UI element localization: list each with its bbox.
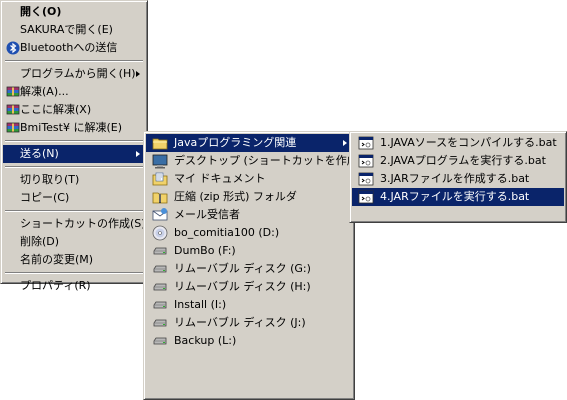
bat-file-icon: [358, 135, 374, 151]
context-menu-item-label: プロパティ(R): [20, 279, 91, 292]
context-menu-item-label: 切り取り(T): [20, 173, 80, 186]
context-menu: 開く(O) SAKURAで開く(E) Bluetoothへの送信プログラムから開く(…: [0, 0, 148, 292]
java-item-1[interactable]: 2.JAVAプログラムを実行する.bat: [352, 152, 564, 170]
archive-icon: [6, 85, 20, 99]
context-menu-item-11[interactable]: 切り取り(T): [3, 171, 145, 189]
sendto-item-3[interactable]: 圧縮 (zip 形式) フォルダ: [146, 188, 352, 206]
mail-recipient-icon: [152, 207, 168, 223]
sendto-item-4[interactable]: メール受信者: [146, 206, 352, 224]
sendto-item-11[interactable]: Backup (L:): [146, 332, 352, 350]
java-item-label: 3.JARファイルを作成する.bat: [380, 172, 530, 185]
bat-file-icon: [358, 189, 374, 205]
context-menu-item-18[interactable]: プロパティ(R): [3, 277, 145, 295]
context-menu-item-9[interactable]: 送る(N): [3, 145, 145, 163]
menu-separator: [5, 140, 143, 142]
java-item-label: 2.JAVAプログラムを実行する.bat: [380, 154, 546, 167]
sendto-item-0[interactable]: Javaプログラミング関連: [146, 134, 352, 152]
folder-icon: [152, 135, 168, 151]
context-menu-item-label: 開く(O): [20, 5, 62, 18]
sendto-item-label: Javaプログラミング関連: [174, 136, 297, 149]
context-menu-item-label: BmiTest¥ に解凍(E): [20, 121, 123, 134]
archive-icon: [6, 121, 20, 135]
sendto-item-label: リムーバブル ディスク (H:): [174, 280, 311, 293]
context-menu-item-15[interactable]: 削除(D): [3, 233, 145, 251]
context-menu-item-14[interactable]: ショートカットの作成(S): [3, 215, 146, 233]
sendto-item-2[interactable]: マイ ドキュメント: [146, 170, 352, 188]
drive-icon: [152, 315, 168, 331]
submenu-arrow-icon: [136, 151, 140, 157]
menu-separator: [5, 210, 143, 212]
sendto-item-label: Install (I:): [174, 298, 227, 311]
sendto-item-label: DumBo (F:): [174, 244, 236, 257]
sendto-item-8[interactable]: リムーバブル ディスク (H:): [146, 278, 352, 296]
context-menu-item-2[interactable]: Bluetoothへの送信: [3, 39, 145, 57]
drive-icon: [152, 297, 168, 313]
sendto-item-7[interactable]: リムーバブル ディスク (G:): [146, 260, 352, 278]
context-menu-item-label: 送る(N): [20, 147, 59, 160]
submenu-arrow-icon: [136, 71, 140, 77]
sendto-item-label: マイ ドキュメント: [174, 172, 266, 185]
java-item-label: 1.JAVAソースをコンパイルする.bat: [380, 136, 557, 149]
sendto-item-label: メール受信者: [174, 208, 240, 221]
context-menu-item-label: 名前の変更(M): [20, 253, 94, 266]
desktop-icon: [152, 153, 168, 169]
bluetooth-icon: [6, 41, 20, 55]
sendto-item-1[interactable]: デスクトップ (ショートカットを作成): [146, 152, 362, 170]
menu-separator: [5, 272, 143, 274]
context-menu-item-5[interactable]: 解凍(A)...: [3, 83, 145, 101]
context-menu-item-label: コピー(C): [20, 191, 70, 204]
archive-icon: [6, 103, 20, 117]
bat-file-icon: [358, 153, 374, 169]
context-menu-item-label: ここに解凍(X): [20, 103, 92, 116]
java-item-2[interactable]: 3.JARファイルを作成する.bat: [352, 170, 564, 188]
context-menu-item-6[interactable]: ここに解凍(X): [3, 101, 145, 119]
context-menu-item-4[interactable]: プログラムから開く(H): [3, 65, 145, 83]
drive-icon: [152, 243, 168, 259]
sendto-item-label: リムーバブル ディスク (J:): [174, 316, 306, 329]
context-menu-item-0[interactable]: 開く(O): [3, 3, 145, 21]
context-menu-item-1[interactable]: SAKURAで開く(E): [3, 21, 145, 39]
submenu-arrow-icon: [343, 140, 347, 146]
sendto-item-5[interactable]: bo_comitia100 (D:): [146, 224, 352, 242]
java-item-label: 4.JARファイルを実行する.bat: [380, 190, 530, 203]
java-item-3[interactable]: 4.JARファイルを実行する.bat: [352, 188, 564, 206]
context-menu-item-label: SAKURAで開く(E): [20, 23, 113, 36]
menu-separator: [5, 60, 143, 62]
sendto-item-label: bo_comitia100 (D:): [174, 226, 280, 239]
bat-file-icon: [358, 171, 374, 187]
cd-drive-icon: [152, 225, 168, 241]
context-menu-item-label: 解凍(A)...: [20, 85, 69, 98]
context-menu-item-12[interactable]: コピー(C): [3, 189, 145, 207]
zip-folder-icon: [152, 189, 168, 205]
context-menu-item-7[interactable]: BmiTest¥ に解凍(E): [3, 119, 145, 137]
sendto-item-label: 圧縮 (zip 形式) フォルダ: [174, 190, 297, 203]
menu-separator: [5, 166, 143, 168]
context-menu-item-label: プログラムから開く(H): [20, 67, 136, 80]
drive-icon: [152, 261, 168, 277]
drive-icon: [152, 333, 168, 349]
sendto-item-label: デスクトップ (ショートカットを作成): [174, 154, 363, 167]
sendto-item-10[interactable]: リムーバブル ディスク (J:): [146, 314, 352, 332]
context-menu-item-label: 削除(D): [20, 235, 60, 248]
sendto-item-label: リムーバブル ディスク (G:): [174, 262, 311, 275]
context-menu-item-16[interactable]: 名前の変更(M): [3, 251, 145, 269]
sendto-item-6[interactable]: DumBo (F:): [146, 242, 352, 260]
context-menu-item-label: Bluetoothへの送信: [20, 41, 118, 54]
java-submenu: 1.JAVAソースをコンパイルする.bat 2.JAVAプログラムを実行する.ba…: [349, 131, 567, 223]
drive-icon: [152, 279, 168, 295]
context-menu-item-label: ショートカットの作成(S): [20, 217, 146, 230]
java-item-0[interactable]: 1.JAVAソースをコンパイルする.bat: [352, 134, 564, 152]
sendto-submenu: Javaプログラミング関連デスクトップ (ショートカットを作成) マイ ドキュメン…: [143, 131, 362, 400]
sendto-item-label: Backup (L:): [174, 334, 237, 347]
my-documents-icon: [152, 171, 168, 187]
sendto-item-9[interactable]: Install (I:): [146, 296, 352, 314]
